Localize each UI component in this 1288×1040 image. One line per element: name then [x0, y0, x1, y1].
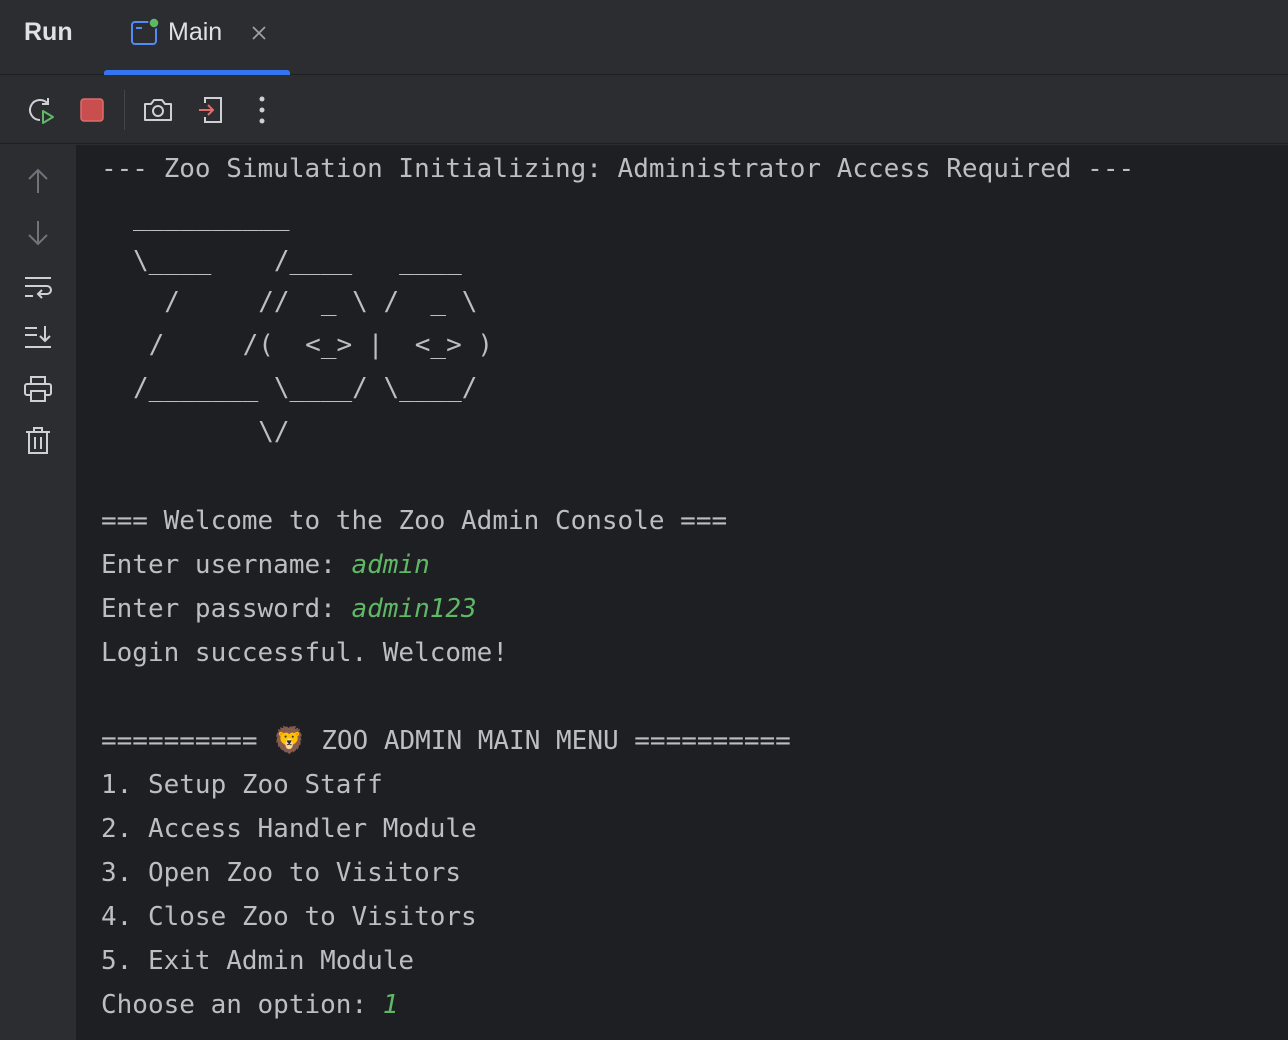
ascii-art-line: __________: [133, 202, 290, 232]
exit-icon[interactable]: [193, 92, 229, 128]
down-arrow-icon[interactable]: [20, 215, 56, 251]
menu-title-right: ZOO ADMIN MAIN MENU ==========: [305, 726, 791, 756]
run-tool-window-title: Run: [24, 18, 73, 46]
tool-window-header: Run Main: [0, 0, 1288, 75]
trash-icon[interactable]: [20, 423, 56, 459]
console-header-line: --- Zoo Simulation Initializing: Adminis…: [101, 154, 1135, 184]
menu-item: 2. Access Handler Module: [101, 814, 477, 844]
menu-item: 3. Open Zoo to Visitors: [101, 858, 462, 888]
active-tab-indicator: [104, 70, 290, 75]
choice-input-value: 1: [382, 990, 399, 1020]
password-line: Enter password: admin123: [101, 594, 477, 624]
menu-item: 5. Exit Admin Module: [101, 946, 415, 976]
login-message-line: Login successful. Welcome!: [101, 638, 508, 668]
rerun-icon[interactable]: [22, 92, 58, 128]
stop-icon[interactable]: [74, 92, 110, 128]
soft-wrap-icon[interactable]: [20, 269, 56, 305]
choice-line: Choose an option: 1: [101, 990, 398, 1020]
ascii-art-line: /_______ \____/ \____/: [133, 373, 478, 403]
welcome-line: === Welcome to the Zoo Admin Console ===: [101, 506, 728, 536]
password-input-value: admin123: [351, 594, 477, 624]
ascii-art-line: \____ /____ ____: [133, 246, 462, 276]
username-input-value: admin: [351, 550, 430, 580]
tab-main[interactable]: Main: [104, 0, 290, 75]
toolbar-separator: [124, 90, 125, 130]
scroll-to-end-icon[interactable]: [20, 319, 56, 355]
ascii-art-line: / // _ \ / _ \: [133, 287, 478, 317]
run-toolbar: [0, 76, 1288, 144]
password-prompt: Enter password:: [101, 594, 352, 624]
screenshot-icon[interactable]: [140, 92, 176, 128]
menu-title-line: ========== 🦁 ZOO ADMIN MAIN MENU =======…: [101, 726, 791, 756]
close-icon[interactable]: [250, 24, 268, 42]
menu-item: 1. Setup Zoo Staff: [101, 770, 383, 800]
ascii-art-line: / /( <_> | <_> ): [133, 330, 494, 360]
print-icon[interactable]: [20, 371, 56, 407]
lion-icon: 🦁: [273, 726, 306, 756]
app-window-icon: [130, 17, 160, 48]
choice-prompt: Choose an option:: [101, 990, 383, 1020]
tab-main-label: Main: [168, 18, 223, 46]
menu-title-left: ==========: [101, 726, 274, 756]
console-output[interactable]: --- Zoo Simulation Initializing: Adminis…: [76, 145, 1288, 1040]
console-side-toolbar: [0, 145, 76, 1040]
username-prompt: Enter username:: [101, 550, 352, 580]
more-icon[interactable]: [244, 92, 280, 128]
username-line: Enter username: admin: [101, 550, 430, 580]
up-arrow-icon[interactable]: [20, 163, 56, 199]
ascii-art-line: \/: [133, 417, 290, 447]
menu-item: 4. Close Zoo to Visitors: [101, 902, 477, 932]
